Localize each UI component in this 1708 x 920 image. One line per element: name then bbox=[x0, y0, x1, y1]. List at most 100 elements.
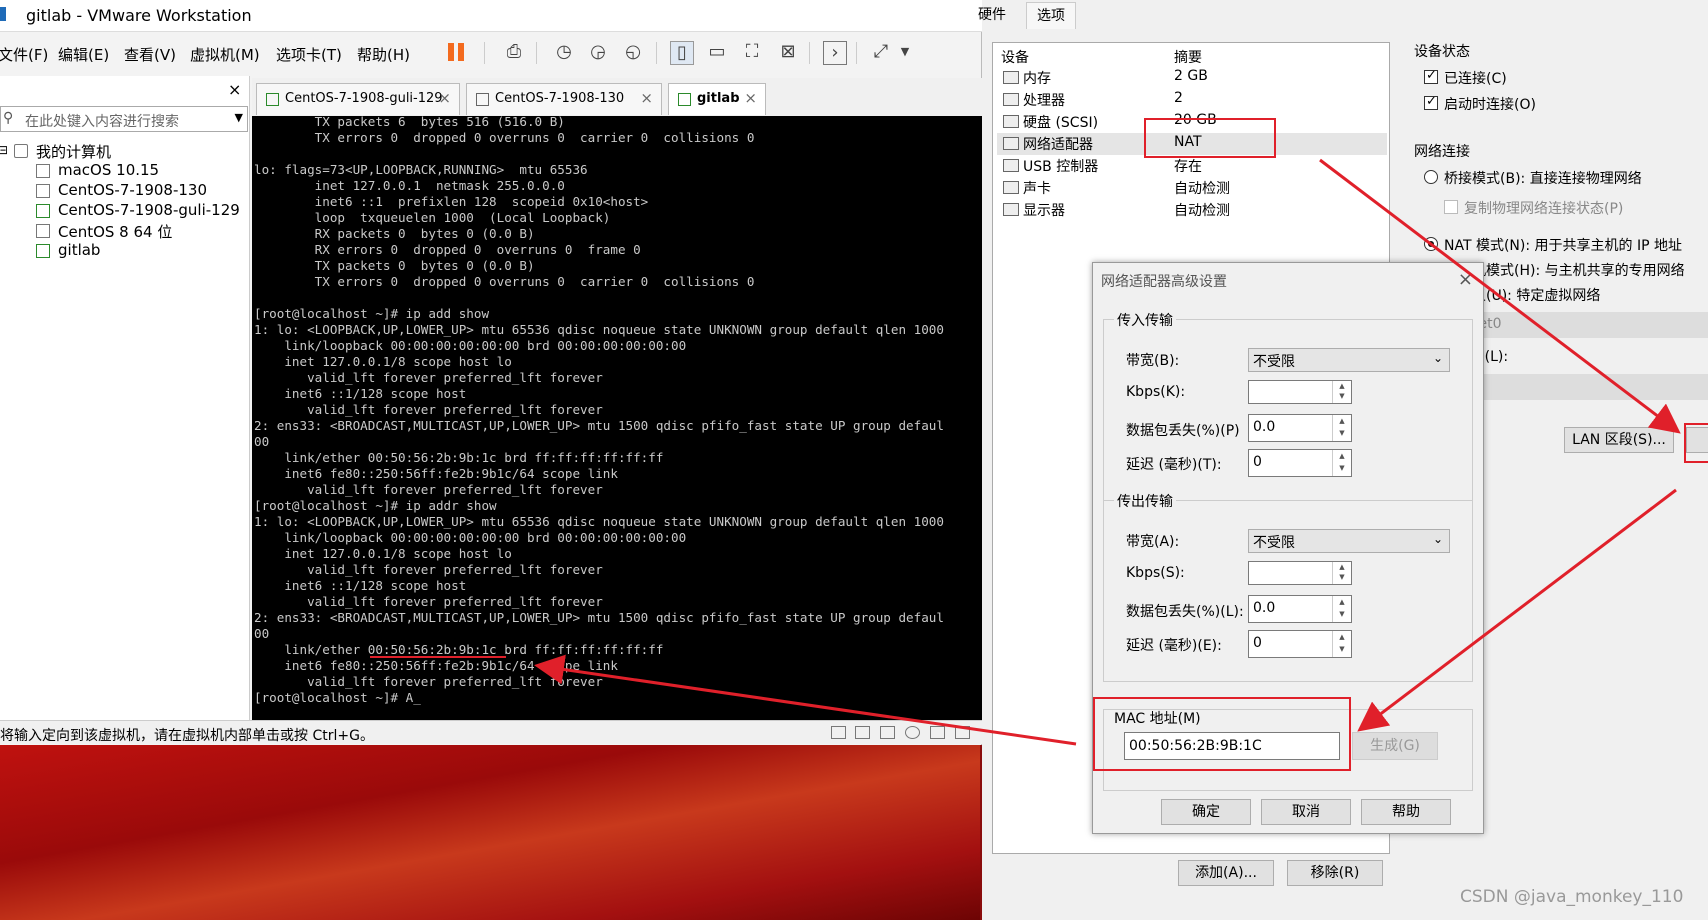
terminal-line: 2: ens33: <BROADCAST,MULTICAST,UP,LOWER_… bbox=[254, 610, 944, 625]
help-button[interactable]: 帮助 bbox=[1361, 799, 1451, 825]
in-latency-spinner[interactable]: 0 ▲ ▼ bbox=[1248, 449, 1352, 477]
library-close-button[interactable]: × bbox=[228, 80, 241, 99]
console-view-icon[interactable]: › bbox=[823, 41, 847, 65]
unity-icon[interactable]: ⊠ bbox=[777, 41, 799, 63]
tree-item-vm[interactable]: CentOS-7-1908-130 bbox=[0, 180, 248, 202]
spinner-value: 0.0 bbox=[1253, 419, 1276, 435]
terminal-line: 00 bbox=[254, 626, 270, 641]
ok-button[interactable]: 确定 bbox=[1161, 799, 1251, 825]
in-bandwidth-select[interactable]: 不受限 ⌄ bbox=[1248, 348, 1450, 372]
terminal-line: 2: ens33: <BROADCAST,MULTICAST,UP,LOWER_… bbox=[254, 418, 944, 433]
device-row-sound[interactable]: 声卡 自动检测 bbox=[997, 177, 1387, 199]
menu-help[interactable]: 帮助(H) bbox=[357, 44, 410, 65]
device-name: 网络适配器 bbox=[1023, 137, 1093, 153]
search-placeholder: 在此处键入内容进行搜索 bbox=[25, 114, 179, 130]
snapshot-icon[interactable]: ◷ bbox=[553, 41, 575, 63]
tree-item-my-computer[interactable]: ⊟ 我的计算机 bbox=[0, 140, 248, 162]
chevron-down-icon[interactable]: ▼ bbox=[235, 111, 243, 124]
tree-item-vm[interactable]: CentOS-7-1908-guli-129 bbox=[0, 200, 248, 222]
menu-edit[interactable]: 编辑(E) bbox=[58, 44, 109, 65]
spinner-arrows-icon[interactable]: ▲ ▼ bbox=[1332, 450, 1351, 476]
select-value: 不受限 bbox=[1253, 535, 1295, 551]
remove-device-button[interactable]: 移除(R) bbox=[1287, 860, 1383, 886]
sound-icon bbox=[1003, 181, 1019, 194]
thumbnail-view-icon[interactable]: ▭ bbox=[706, 41, 728, 63]
spinner-value: 0 bbox=[1253, 454, 1262, 470]
display-icon bbox=[1003, 203, 1019, 216]
message-icon[interactable] bbox=[955, 726, 970, 739]
nat-radio[interactable] bbox=[1424, 237, 1438, 251]
connected-checkbox[interactable] bbox=[1424, 68, 1438, 84]
bridged-radio[interactable] bbox=[1424, 170, 1438, 184]
chevron-down-icon[interactable]: ▼ bbox=[894, 41, 916, 63]
spinner-arrows-icon[interactable]: ▲ ▼ bbox=[1332, 381, 1351, 403]
hard-disk-icon[interactable] bbox=[831, 726, 846, 739]
device-row-memory[interactable]: 内存 2 GB bbox=[997, 67, 1387, 89]
device-row-usb[interactable]: USB 控制器 存在 bbox=[997, 155, 1387, 177]
usb-icon[interactable] bbox=[880, 726, 895, 739]
terminal-line: inet6 fe80::250:56ff:fe2b:9b1c/64 scope … bbox=[254, 466, 618, 481]
spinner-arrows-icon[interactable]: ▲ ▼ bbox=[1332, 562, 1351, 584]
terminal-line: valid_lft forever preferred_lft forever bbox=[254, 674, 603, 689]
tab-hardware[interactable]: 硬件 bbox=[978, 4, 1006, 28]
terminal-line: inet6 ::1/128 scope host bbox=[254, 578, 467, 593]
snapshot-manager-icon[interactable]: ◵ bbox=[622, 41, 644, 63]
incoming-group: 传入传输 带宽(B): 不受限 ⌄ Kbps(K): ▲ ▼ 数据包丢失(%)(P… bbox=[1103, 310, 1473, 501]
lan-segments-button[interactable]: LAN 区段(S)... bbox=[1564, 427, 1674, 453]
network-icon[interactable] bbox=[855, 726, 870, 739]
close-icon[interactable]: × bbox=[438, 89, 451, 107]
library-view-icon[interactable]: ▯ bbox=[670, 41, 694, 65]
terminal-line: inet 127.0.0.1/8 scope host lo bbox=[254, 546, 512, 561]
toolbar-separator bbox=[656, 42, 657, 64]
menu-file[interactable]: 文件(F) bbox=[0, 44, 48, 65]
out-bandwidth-select[interactable]: 不受限 ⌄ bbox=[1248, 529, 1450, 553]
spinner-arrows-icon[interactable]: ▲ ▼ bbox=[1332, 631, 1351, 657]
tab-centos-guli-129[interactable]: CentOS-7-1908-guli-129 × bbox=[256, 83, 460, 115]
device-row-display[interactable]: 显示器 自动检测 bbox=[997, 199, 1387, 221]
out-loss-spinner[interactable]: 0.0 ▲ ▼ bbox=[1248, 595, 1352, 623]
add-device-button[interactable]: 添加(A)... bbox=[1178, 860, 1274, 886]
menu-view[interactable]: 查看(V) bbox=[124, 44, 176, 65]
spinner-arrows-icon[interactable]: ▲ ▼ bbox=[1332, 596, 1351, 622]
device-name: 硬盘 (SCSI) bbox=[1023, 115, 1099, 131]
tab-label: CentOS-7-1908-guli-129 bbox=[285, 91, 443, 106]
connect-on-start-checkbox[interactable] bbox=[1424, 94, 1438, 110]
device-row-processor[interactable]: 处理器 2 bbox=[997, 89, 1387, 111]
stretch-icon[interactable]: ⤢ bbox=[870, 41, 892, 63]
tab-options[interactable]: 选项 bbox=[1026, 2, 1076, 29]
in-loss-spinner[interactable]: 0.0 ▲ ▼ bbox=[1248, 414, 1352, 442]
vm-console[interactable]: TX packets 6 bytes 516 (516.0 B) TX erro… bbox=[252, 116, 982, 720]
tab-centos-130[interactable]: CentOS-7-1908-130 × bbox=[466, 83, 662, 115]
out-latency-spinner[interactable]: 0 ▲ ▼ bbox=[1248, 630, 1352, 658]
in-latency-label: 延迟 (毫秒)(T): bbox=[1126, 457, 1222, 473]
collapse-icon[interactable]: ⊟ bbox=[0, 143, 8, 157]
generate-button[interactable]: 生成(G) bbox=[1352, 732, 1438, 760]
device-name: USB 控制器 bbox=[1023, 159, 1099, 175]
close-icon[interactable]: × bbox=[744, 89, 757, 107]
cancel-button[interactable]: 取消 bbox=[1261, 799, 1351, 825]
vm-running-icon bbox=[36, 204, 50, 218]
out-kbps-spinner[interactable]: ▲ ▼ bbox=[1248, 561, 1352, 585]
tab-gitlab[interactable]: gitlab × bbox=[668, 83, 766, 115]
tree-item-vm[interactable]: CentOS 8 64 位 bbox=[0, 220, 248, 242]
replicate-checkbox[interactable] bbox=[1444, 200, 1458, 214]
terminal-line: valid_lft forever preferred_lft forever bbox=[254, 370, 603, 385]
menu-tabs[interactable]: 选项卡(T) bbox=[276, 44, 342, 65]
tree-item-vm[interactable]: gitlab bbox=[0, 240, 248, 262]
bridged-label: 桥接模式(B): 直接连接物理网络 bbox=[1444, 171, 1642, 187]
menu-vm[interactable]: 虚拟机(M) bbox=[190, 44, 260, 65]
tree-item-vm[interactable]: macOS 10.15 bbox=[0, 160, 248, 182]
send-keys-icon[interactable]: ⎙ bbox=[503, 41, 525, 63]
spinner-arrows-icon[interactable]: ▲ ▼ bbox=[1332, 415, 1351, 441]
display-icon[interactable] bbox=[930, 726, 945, 739]
library-search-input[interactable]: ⚲ 在此处键入内容进行搜索 ▼ bbox=[0, 106, 248, 132]
close-icon[interactable]: × bbox=[640, 89, 653, 107]
vmware-window: gitlab - VMware Workstation 文件(F) 编辑(E) … bbox=[0, 0, 982, 745]
terminal-line: TX errors 0 dropped 0 overruns 0 carrier… bbox=[254, 274, 755, 289]
revert-snapshot-icon[interactable]: ◶ bbox=[587, 41, 609, 63]
close-icon[interactable]: × bbox=[1458, 269, 1473, 290]
pause-icon[interactable] bbox=[448, 41, 466, 63]
fullscreen-icon[interactable]: ⛶ bbox=[741, 41, 763, 63]
sound-icon[interactable] bbox=[905, 726, 920, 739]
in-kbps-spinner[interactable]: ▲ ▼ bbox=[1248, 380, 1352, 404]
